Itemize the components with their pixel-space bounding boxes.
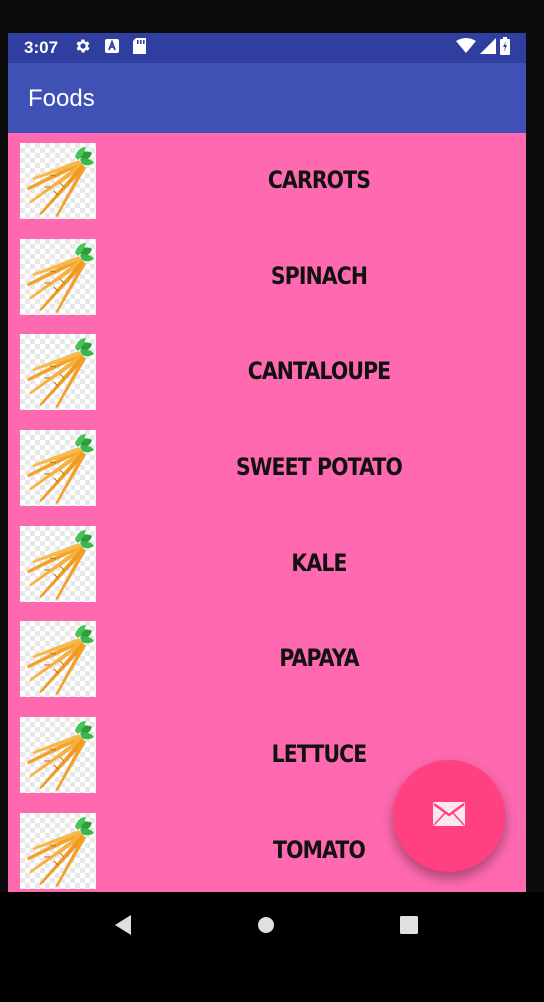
- home-icon: [257, 916, 275, 938]
- food-label: CARROTS: [267, 166, 371, 194]
- carrots-image: [20, 812, 96, 889]
- food-label: SPINACH: [270, 261, 368, 290]
- carrots-image: [20, 621, 96, 698]
- signal-icon: [480, 38, 496, 58]
- email-icon: [432, 801, 466, 831]
- email-fab-button[interactable]: [393, 760, 505, 872]
- list-item[interactable]: KALE: [8, 516, 526, 612]
- system-nav-bar: [0, 892, 544, 1002]
- carrots-image: [20, 525, 96, 602]
- back-button[interactable]: [108, 912, 138, 942]
- list-item[interactable]: SWEET POTATO: [8, 420, 526, 516]
- battery-icon: [500, 37, 510, 59]
- status-system-icons: [456, 37, 510, 59]
- recents-icon: [399, 915, 419, 939]
- wifi-icon: [456, 38, 476, 58]
- recents-button[interactable]: [394, 912, 424, 942]
- list-item[interactable]: PAPAYA: [8, 611, 526, 707]
- app-title: Foods: [28, 85, 95, 112]
- gear-icon: [74, 37, 92, 59]
- list-item[interactable]: CANTALOUPE: [8, 324, 526, 420]
- list-item[interactable]: SPINACH: [8, 229, 526, 325]
- back-icon: [113, 914, 133, 940]
- carrots-image: [20, 238, 96, 315]
- food-label: CANTALOUPE: [247, 357, 391, 386]
- home-button[interactable]: [251, 912, 281, 942]
- carrots-image: [20, 143, 96, 219]
- list-item[interactable]: CARROTS: [8, 133, 526, 229]
- text-a-icon: [104, 38, 120, 58]
- status-bar: 3:07: [8, 33, 526, 63]
- carrots-image: [20, 430, 96, 507]
- food-label: KALE: [291, 548, 347, 577]
- carrots-image: [20, 717, 96, 794]
- status-time: 3:07: [24, 38, 59, 57]
- device-frame: 3:07 Foods CARROTS SPINACH CANTALOUPE SW…: [0, 0, 544, 1002]
- food-label: PAPAYA: [279, 644, 359, 673]
- status-notification-icons: [74, 38, 147, 58]
- food-label: SWEET POTATO: [236, 453, 403, 482]
- carrots-image: [20, 334, 96, 411]
- sd-card-icon: [132, 37, 147, 59]
- app-bar: Foods: [8, 63, 526, 133]
